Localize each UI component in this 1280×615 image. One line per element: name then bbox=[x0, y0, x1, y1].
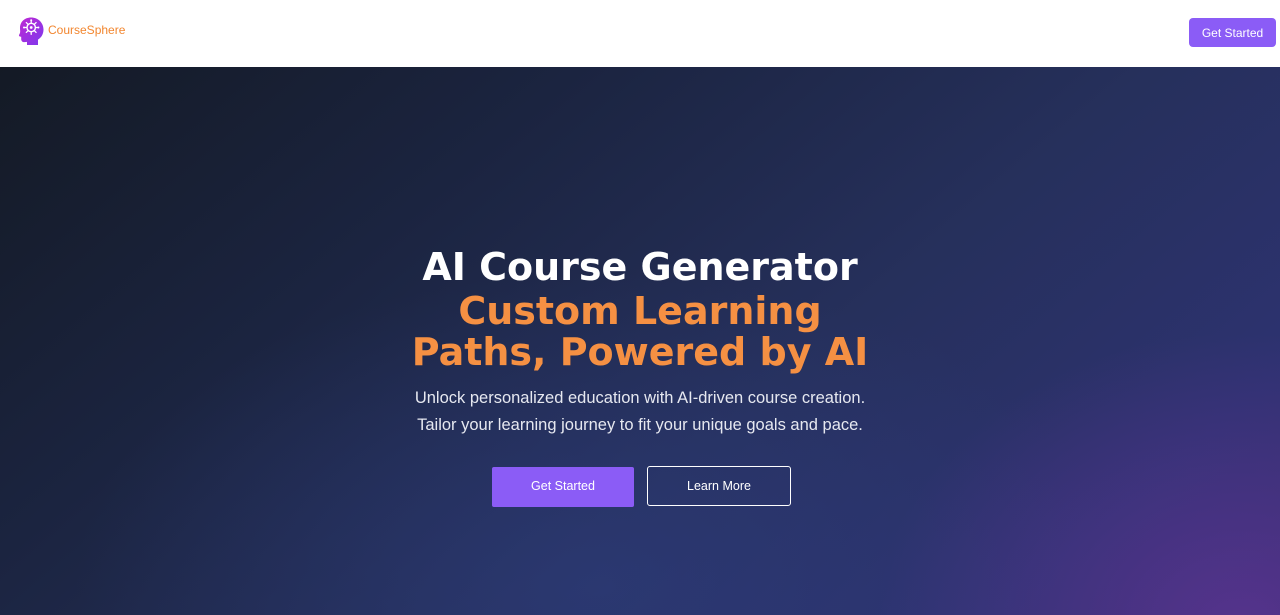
hero-description-line: Unlock personalized education with AI-dr… bbox=[414, 389, 866, 407]
hero-learn-more-button[interactable]: Learn More bbox=[647, 466, 791, 506]
nav-get-started-button[interactable]: Get Started bbox=[1189, 18, 1276, 47]
hero-description: Unlock personalized education with AI-dr… bbox=[340, 385, 940, 439]
top-navbar: CourseSphere Get Started bbox=[0, 0, 1280, 67]
brand-link[interactable]: CourseSphere bbox=[17, 16, 125, 46]
brain-head-icon bbox=[18, 17, 44, 45]
hero-section: AI Course Generator Custom Learning Path… bbox=[0, 67, 1280, 615]
brand-name: CourseSphere bbox=[48, 23, 126, 37]
hero-subtitle: Custom Learning Paths, Powered by AI bbox=[411, 289, 869, 374]
hero-get-started-button[interactable]: Get Started bbox=[492, 467, 634, 507]
hero-title: AI Course Generator bbox=[422, 245, 858, 289]
hero-description-line: Tailor your learning journey to fit your… bbox=[417, 416, 863, 434]
